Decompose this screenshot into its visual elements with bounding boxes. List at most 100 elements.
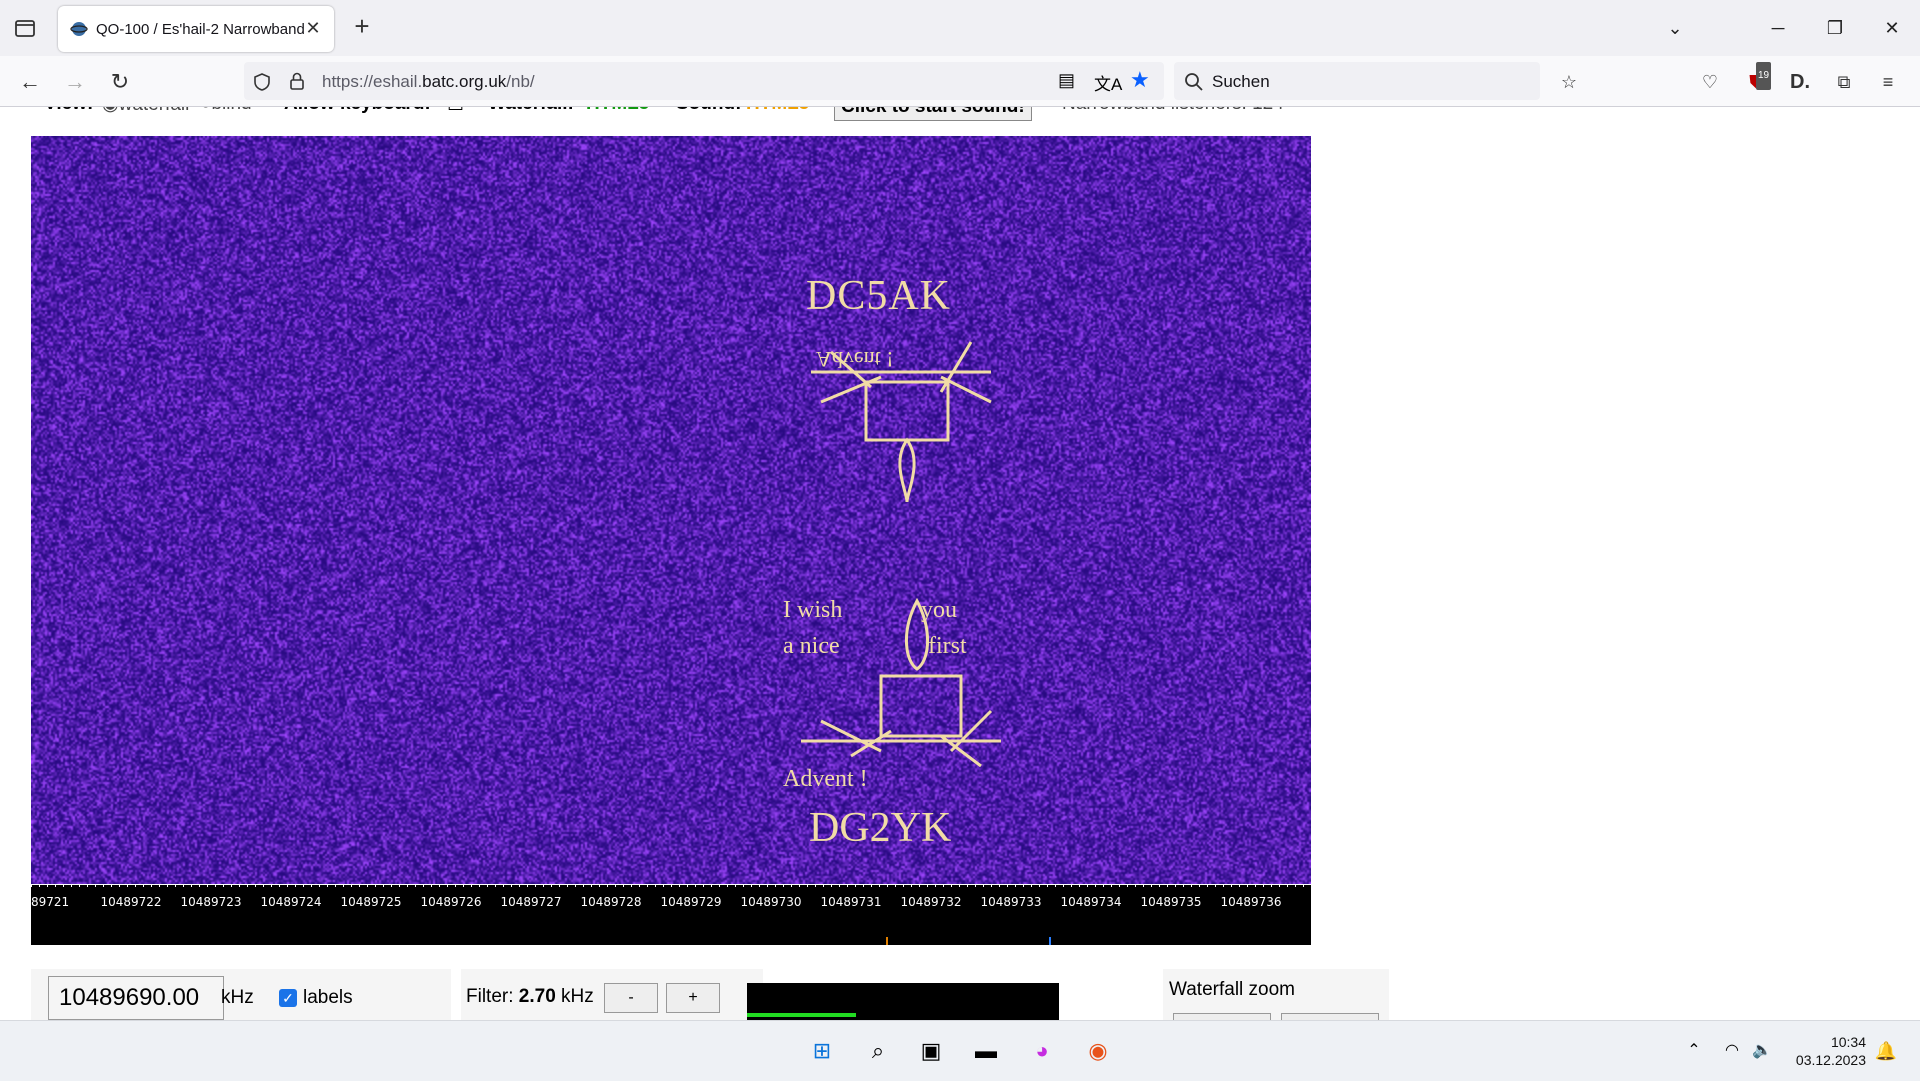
forward-button[interactable]: → [61, 68, 89, 96]
navigation-bar: ← → ↻ https://eshail.batc.org.uk/nb/ ▤ 文… [0, 56, 1920, 107]
scale-tick-marks [31, 885, 1311, 893]
scale-tick-label: 10489727 [500, 895, 561, 909]
allow-keyboard-label: Allow keyboard: [284, 107, 431, 115]
new-tab-button[interactable]: + [348, 13, 376, 41]
close-window-button[interactable]: ✕ [1877, 14, 1907, 42]
scale-tick-label: 10489735 [1140, 895, 1201, 909]
page-content: View: ◉waterfall ○blind Allow keyboard: … [0, 107, 1920, 1020]
tab-overflow-chevron-icon[interactable]: ⌄ [1660, 14, 1690, 42]
firefox-icon[interactable]: ◉ [1080, 1033, 1116, 1069]
satellite-icon [70, 20, 88, 38]
clock-time: 10:34 [1796, 1033, 1866, 1051]
frequency-scale[interactable]: 89721 10489722 10489723 10489724 10489725 104… [31, 885, 1311, 945]
dashlane-icon[interactable]: D. [1786, 68, 1814, 96]
signal-meter-bar [747, 1013, 856, 1017]
taskbar: ⊞ ⌕ ▣ ▬ ◕ ◉ ⌃ ◠ 🔈 10:34 03.12.2023 🔔 [0, 1020, 1920, 1081]
restore-button[interactable]: ❐ [1820, 14, 1850, 42]
extension-badge: 19 [1756, 62, 1771, 90]
filter-label: Filter: [466, 986, 514, 1007]
waterfall-mode: HTML5 [586, 107, 649, 115]
signal-meter [747, 983, 1059, 1020]
frequency-input[interactable]: 10489690.00 [48, 976, 224, 1020]
translate-icon[interactable]: 文A [1094, 70, 1122, 95]
search-bar[interactable]: Suchen [1174, 62, 1540, 100]
sound-label: Sound: [676, 107, 741, 115]
windows-start-icon[interactable]: ⊞ [804, 1033, 840, 1069]
scale-tick-label: 10489729 [660, 895, 721, 909]
text-advent: Advent ! [783, 766, 868, 793]
labels-label: labels [303, 987, 353, 1009]
notifications-bell-icon[interactable]: 🔔 [1868, 1033, 1904, 1069]
scale-tick-label: 10489724 [260, 895, 321, 909]
active-tab[interactable]: QO-100 / Es'hail-2 Narrowband ✕ [58, 6, 334, 52]
waterfall-zoom-label: Waterfall zoom [1169, 979, 1295, 1001]
url-text[interactable]: https://eshail.batc.org.uk/nb/ [322, 72, 535, 92]
task-view-icon[interactable]: ▣ [913, 1033, 949, 1069]
callsign-bottom: DG2YK [809, 804, 951, 852]
bookmark-star-icon[interactable]: ★ [1130, 67, 1150, 93]
sound-mode: HTML5 [746, 107, 809, 115]
labels-checkbox[interactable]: ✓ [279, 989, 297, 1007]
clock[interactable]: 10:34 03.12.2023 [1796, 1033, 1866, 1069]
url-bar[interactable]: https://eshail.batc.org.uk/nb/ ▤ 文A ★ [244, 62, 1164, 100]
scale-tick-label: 10489733 [980, 895, 1041, 909]
tab-list-button[interactable] [12, 16, 38, 40]
url-path: /nb/ [506, 72, 534, 91]
waterfall-label: Waterfall: [488, 107, 574, 115]
pocket-icon[interactable]: ♡ [1696, 68, 1724, 96]
view-label: View: [44, 107, 93, 115]
minimize-button[interactable]: ─ [1763, 14, 1793, 42]
ublock-icon[interactable]: ⛊19 [1742, 68, 1770, 96]
zoom-button-2[interactable] [1281, 1013, 1379, 1020]
radio-waterfall-label: waterfall [119, 107, 190, 115]
frequency-unit: kHz [221, 987, 254, 1009]
shield-icon[interactable] [252, 72, 272, 92]
callsign-top: DC5AK [806, 272, 951, 320]
filter-minus-button[interactable]: - [604, 983, 658, 1013]
scale-tick-label: 10489722 [100, 895, 161, 909]
waterfall-display[interactable]: DC5AK Advent ! I wish you a nice first A… [31, 136, 1311, 884]
start-sound-button[interactable]: Click to start sound! [834, 107, 1032, 121]
back-button[interactable]: ← [16, 68, 44, 96]
scale-tick-label: 10489728 [580, 895, 641, 909]
filter-value: 2.70 [519, 986, 556, 1007]
close-tab-icon[interactable]: ✕ [302, 17, 324, 39]
scale-tick-label: 10489726 [420, 895, 481, 909]
tray-chevron-icon[interactable]: ⌃ [1676, 1033, 1712, 1069]
radio-blind[interactable]: ○blind [200, 107, 252, 115]
tab-title: QO-100 / Es'hail-2 Narrowband [96, 21, 308, 38]
scale-tick-label: 10489736 [1220, 895, 1281, 909]
svg-text:Advent !: Advent ! [816, 347, 894, 372]
rx-marker [1049, 937, 1051, 945]
allow-keyboard-checkbox[interactable]: ☐ [447, 107, 464, 116]
reader-view-icon[interactable]: ▤ [1058, 70, 1075, 91]
tab-bar: QO-100 / Es'hail-2 Narrowband ✕ + ⌄ ─ ❐ … [0, 0, 1920, 56]
url-prefix: https://eshail. [322, 72, 422, 91]
url-domain: batc.org.uk [422, 72, 506, 91]
zoom-button-1[interactable] [1173, 1013, 1271, 1020]
candle-mirrored-graphic: Advent ! [791, 332, 1021, 532]
extensions-icon[interactable]: ⧉ [1830, 68, 1858, 96]
volume-icon[interactable]: 🔈 [1744, 1033, 1780, 1069]
controls-row: 10489690.00 kHz ✓ labels Filter: 2.70 kH… [31, 969, 1421, 1020]
scale-tick-label: 10489730 [740, 895, 801, 909]
filter-plus-button[interactable]: + [666, 983, 720, 1013]
radio-blind-label: blind [211, 107, 251, 114]
scale-tick-label: 10489731 [820, 895, 881, 909]
scale-tick-label: 10489725 [340, 895, 401, 909]
reload-button[interactable]: ↻ [106, 68, 134, 96]
radio-waterfall[interactable]: ◉waterfall [102, 107, 189, 116]
menu-icon[interactable]: ≡ [1874, 68, 1902, 96]
firefox-dev-icon[interactable]: ◕ [1024, 1033, 1060, 1069]
listeners-count: Narrowband listeners: 124 [1062, 107, 1284, 115]
tab-list-icon [12, 16, 38, 40]
lock-icon[interactable] [288, 71, 306, 91]
scale-tick-label: 10489732 [900, 895, 961, 909]
scale-tick-label: 89721 [31, 895, 69, 909]
search-taskbar-icon[interactable]: ⌕ [860, 1033, 896, 1069]
extension-puzzle-star-icon[interactable]: ☆ [1555, 68, 1583, 96]
tx-marker [886, 937, 888, 945]
scale-tick-label: 10489723 [180, 895, 241, 909]
image-overlay: DC5AK Advent ! I wish you a nice first A… [31, 136, 1311, 884]
terminal-icon[interactable]: ▬ [968, 1033, 1004, 1069]
